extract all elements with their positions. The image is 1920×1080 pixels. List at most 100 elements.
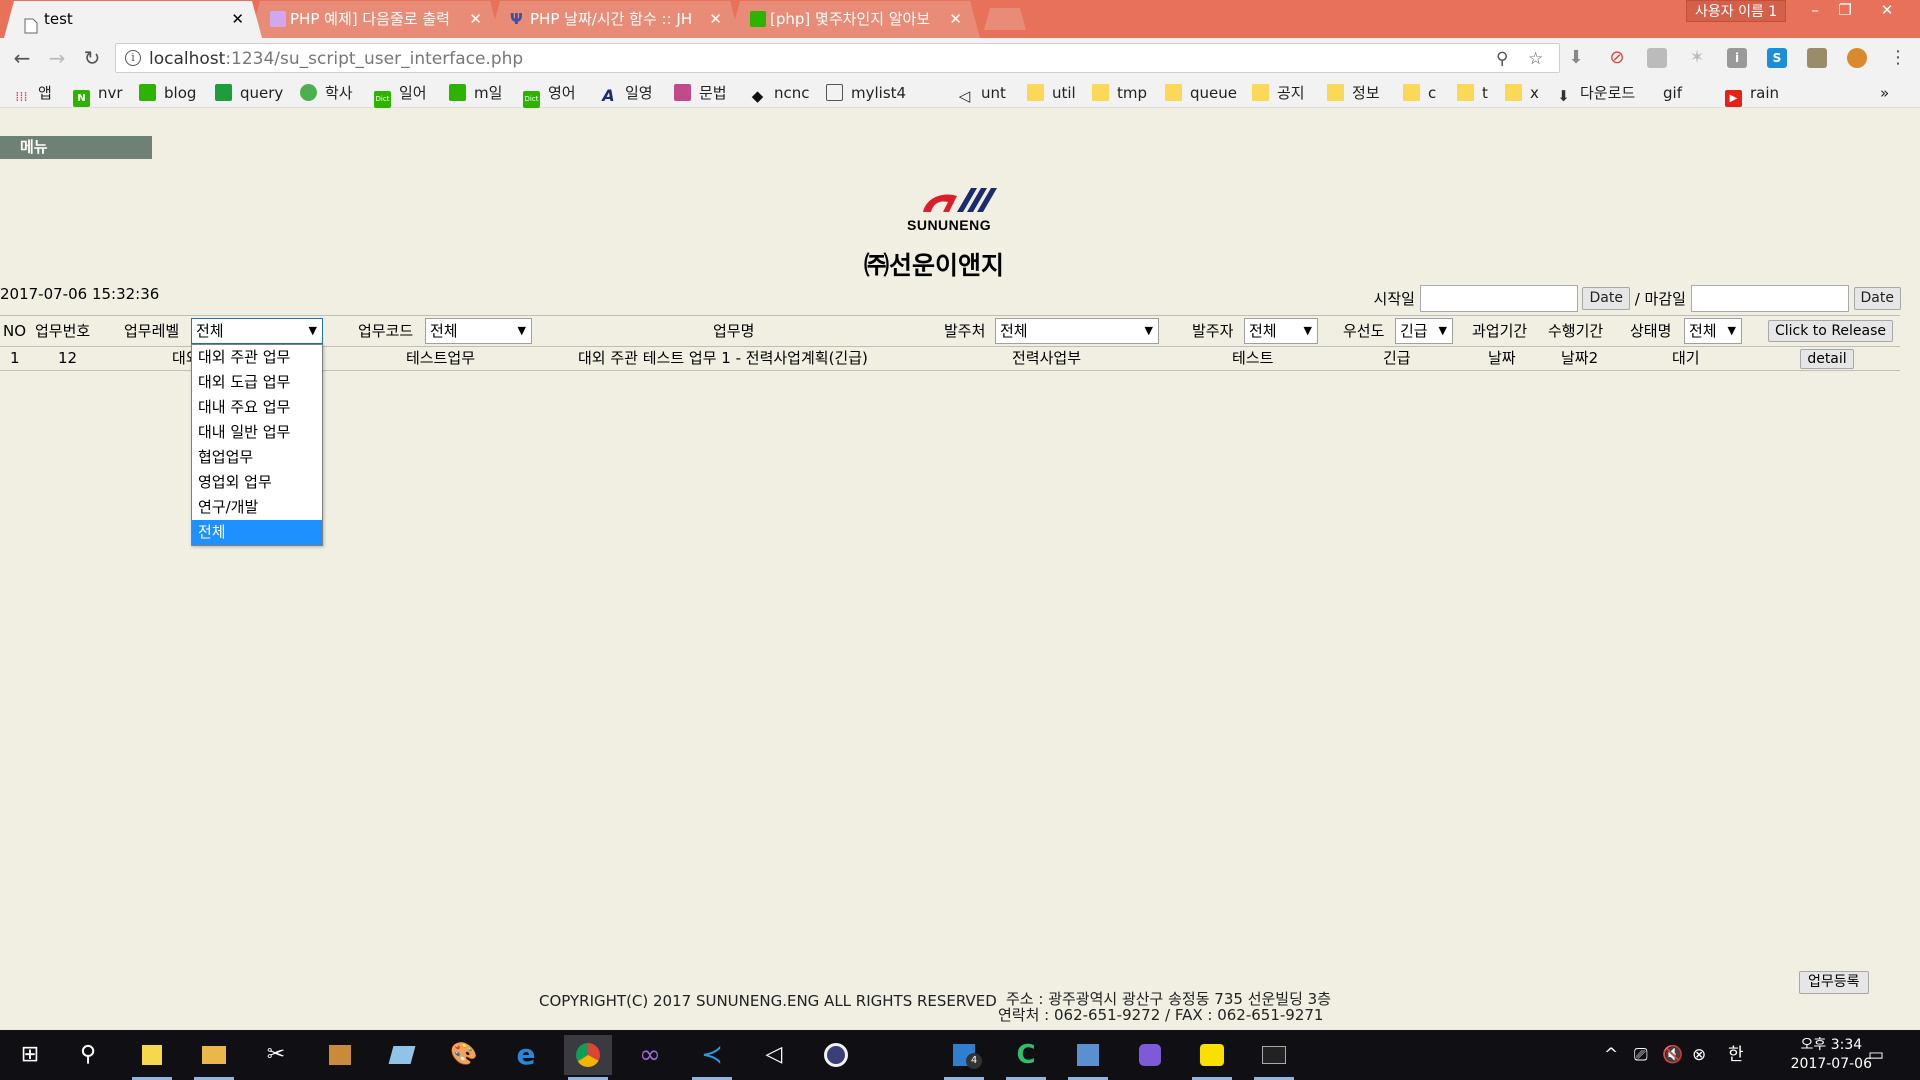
bookmark-ncnc[interactable]: ◆ ncnc [749, 83, 810, 105]
image-extension-icon[interactable] [1807, 48, 1827, 68]
start-date-button[interactable]: Date [1582, 287, 1630, 310]
taskbar-clock[interactable]: 오후 3:34 2017-07-06 [1791, 1036, 1872, 1074]
dropdown-option[interactable]: 연구/개발 [192, 495, 322, 520]
register-task-button[interactable]: 업무등록 [1799, 971, 1869, 994]
bookmark-mjp[interactable]: m일 [449, 83, 502, 103]
bookmark-downloads[interactable]: ⬇ 다운로드 [1555, 83, 1635, 105]
dropdown-option[interactable]: 영업외 업무 [192, 470, 322, 495]
bookmark-util[interactable]: util [1027, 83, 1076, 103]
dropdown-option[interactable]: 협업업무 [192, 445, 322, 470]
search-icon[interactable]: ⚲ [64, 1035, 112, 1075]
bookmark-apps[interactable]: ⁞⁞⁞ 앱 [13, 83, 52, 105]
bookmark-nvr[interactable]: Nnvr [73, 83, 123, 107]
close-icon[interactable]: ✕ [469, 1, 482, 37]
blocker-extension-icon[interactable]: ⊘ [1607, 48, 1627, 68]
dropdown-option-selected[interactable]: 전체 [192, 520, 322, 545]
info-icon[interactable]: i [125, 50, 141, 66]
hangul-word-icon[interactable] [1064, 1035, 1112, 1080]
client-select[interactable]: 전체 ▼ [995, 318, 1159, 344]
sublime-icon[interactable] [1126, 1035, 1174, 1075]
new-tab-button[interactable] [984, 8, 1026, 30]
bookmark-query[interactable]: query [215, 83, 283, 103]
bookmark-unt[interactable]: ◁ unt [956, 83, 1006, 105]
close-icon[interactable]: ✕ [231, 1, 244, 37]
minimize-icon[interactable]: – [1800, 0, 1830, 22]
tab-test[interactable]: test ✕ [4, 1, 262, 38]
vscode-icon[interactable]: ≺ [688, 1035, 736, 1080]
close-icon[interactable]: ✕ [949, 1, 962, 37]
bookmark-jpen[interactable]: A 일영 [600, 83, 652, 104]
profile-button[interactable]: 사용자 이름 1 [1686, 0, 1787, 22]
messenger-app-icon[interactable]: 4 [940, 1035, 988, 1080]
end-date-button[interactable]: Date [1853, 287, 1901, 310]
bookmarks-overflow-icon[interactable]: » [1880, 83, 1889, 103]
tab-php-datetime[interactable]: Ψ PHP 날짜/시간 함수 :: JH ✕ [490, 1, 740, 38]
detail-button[interactable]: detail [1800, 349, 1854, 369]
extension-icon[interactable]: i [1727, 48, 1747, 68]
unity-icon[interactable]: ◁ [750, 1035, 798, 1075]
bookmark-jp[interactable]: Dict 일어 [374, 83, 427, 108]
bookmark-gif[interactable]: gif [1663, 83, 1682, 209]
menu-button[interactable]: 메뉴 [0, 136, 152, 159]
bookmark-c[interactable]: c [1403, 83, 1436, 103]
edge-icon[interactable]: e [502, 1035, 550, 1075]
window-close-icon[interactable]: ✕ [1872, 0, 1902, 22]
back-icon[interactable]: ← [10, 46, 34, 70]
release-button[interactable]: Click to Release [1768, 320, 1894, 342]
tab-php-example[interactable]: PHP 예제] 다음줄로 출력 ✕ [250, 1, 500, 38]
app-tray-icon[interactable]: ⊗ [1692, 1030, 1706, 1080]
visual-studio-icon[interactable]: ∞ [626, 1035, 674, 1075]
extension-icon[interactable]: ✶ [1687, 48, 1707, 68]
ink-app-icon[interactable] [378, 1035, 426, 1075]
windows-start-icon[interactable]: ⊞ [6, 1035, 54, 1075]
orderer-select[interactable]: 전체 ▼ [1244, 318, 1318, 344]
restore-icon[interactable]: ❐ [1830, 0, 1860, 22]
dropdown-option[interactable]: 대내 일반 업무 [192, 420, 322, 445]
extension-icon[interactable] [1647, 48, 1667, 68]
forward-icon[interactable]: → [45, 46, 69, 70]
sticky-notes-icon[interactable] [128, 1035, 176, 1080]
bookmark-queue[interactable]: queue [1165, 83, 1237, 103]
bookmark-blog[interactable]: blog [139, 83, 196, 103]
status-select[interactable]: 전체 ▼ [1684, 318, 1742, 344]
task-level-select[interactable]: 전체 ▼ [191, 318, 323, 344]
bookmark-info[interactable]: 정보 [1327, 83, 1380, 103]
eclipse-icon[interactable] [812, 1035, 860, 1075]
volume-muted-icon[interactable]: 🔇 [1662, 1030, 1683, 1080]
network-icon[interactable]: ⎚ [1634, 1030, 1648, 1080]
paint-icon[interactable]: 🎨 [440, 1035, 488, 1075]
dropdown-option[interactable]: 대외 주관 업무 [192, 345, 322, 370]
close-icon[interactable]: ✕ [709, 1, 722, 37]
bookmark-mylist4[interactable]: mylist4 [826, 83, 906, 103]
tab-php-week[interactable]: [php] 몇주차인지 알아보 ✕ [730, 1, 980, 38]
address-bar[interactable]: i localhost:1234/su_script_user_interfac… [115, 43, 1560, 73]
dropdown-option[interactable]: 대내 주요 업무 [192, 395, 322, 420]
terminal-icon[interactable] [1250, 1035, 1298, 1080]
bookmark-tmp[interactable]: tmp [1092, 83, 1147, 103]
reload-icon[interactable]: ↻ [80, 46, 104, 70]
notification-icon[interactable]: ▭ [1868, 1030, 1884, 1080]
cookie-extension-icon[interactable] [1847, 48, 1867, 68]
skype-extension-icon[interactable]: S [1767, 48, 1787, 68]
task-code-select[interactable]: 전체 ▼ [425, 318, 532, 344]
bookmark-rain[interactable]: ▶ rain [1725, 83, 1779, 107]
camtasia-icon[interactable]: C [1002, 1035, 1050, 1080]
bookmark-x[interactable]: x [1505, 83, 1539, 103]
zoom-icon[interactable]: ⚲ [1496, 49, 1508, 69]
start-date-input[interactable] [1419, 285, 1578, 312]
download-extension-icon[interactable]: ⬇ [1566, 48, 1586, 68]
kakaotalk-icon[interactable] [1188, 1035, 1236, 1080]
bookmark-star-icon[interactable]: ☆ [1528, 49, 1543, 69]
tray-overflow-icon[interactable]: ^ [1604, 1030, 1618, 1080]
bookmark-en[interactable]: Dict 영어 [523, 83, 576, 108]
dropdown-option[interactable]: 대외 도급 업무 [192, 370, 322, 395]
menu-icon[interactable]: ⋮ [1888, 48, 1908, 68]
end-date-input[interactable] [1690, 285, 1849, 312]
ime-indicator[interactable]: 한 [1728, 1030, 1744, 1080]
bookmark-haksa[interactable]: 학사 [300, 83, 353, 103]
bookmark-grammar[interactable]: 문법 [674, 83, 727, 103]
bookmark-notice[interactable]: 공지 [1252, 83, 1305, 103]
reader-app-icon[interactable] [316, 1035, 364, 1075]
priority-select[interactable]: 긴급 ▼ [1395, 318, 1453, 344]
chrome-icon[interactable] [564, 1035, 612, 1080]
